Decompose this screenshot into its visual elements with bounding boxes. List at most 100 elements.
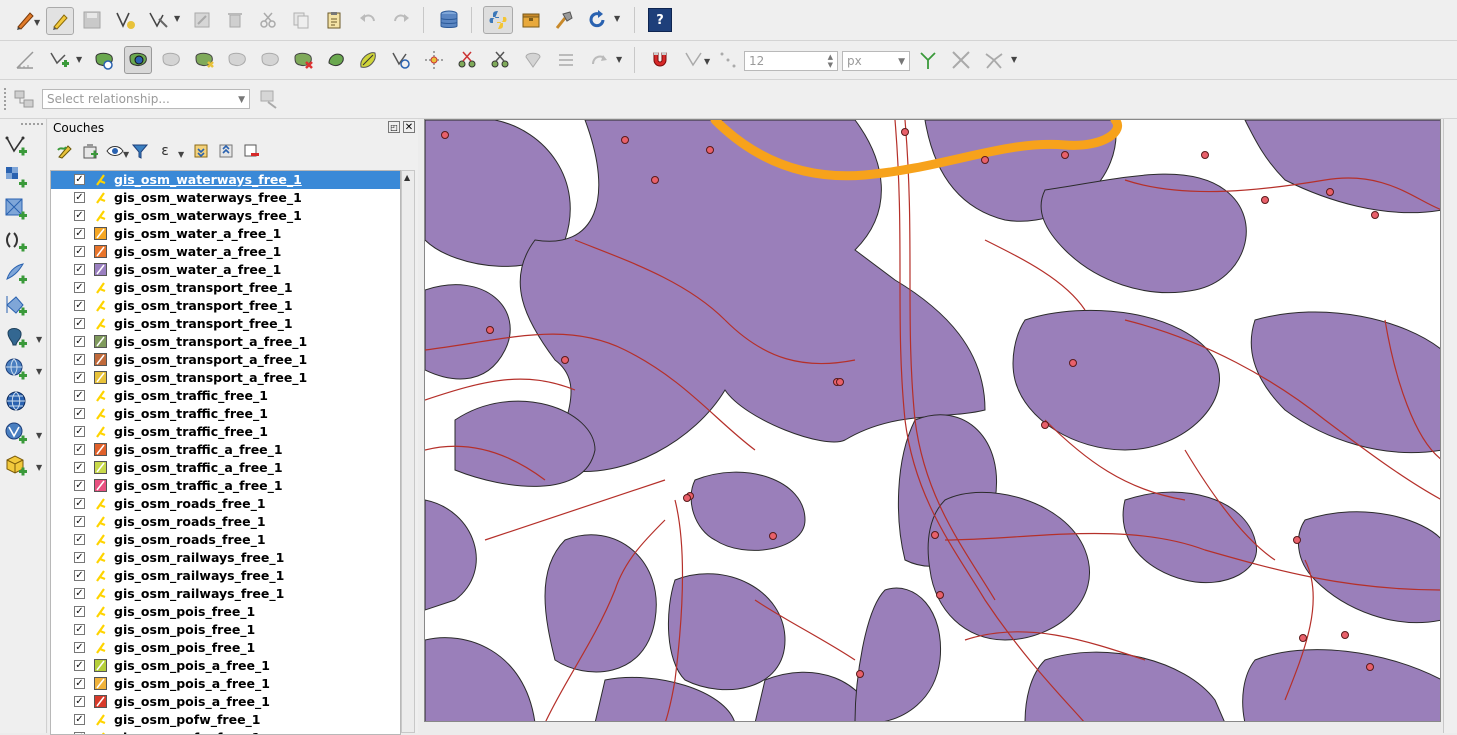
layer-visibility-checkbox[interactable]: ✓ [74, 192, 85, 203]
layer-row[interactable]: ✓ gis_osm_railways_free_1 [51, 567, 400, 585]
layer-visibility-checkbox[interactable]: ✓ [74, 246, 85, 257]
filter-legend-icon[interactable] [129, 140, 151, 162]
layer-row[interactable]: ✓ gis_osm_traffic_free_1 [51, 387, 400, 405]
layer-row[interactable]: ✓ gis_osm_railways_free_1 [51, 585, 400, 603]
layer-visibility-checkbox[interactable]: ✓ [74, 642, 85, 653]
filter-expression-dropdown-icon[interactable]: ▼ [178, 150, 184, 159]
topological-editing-icon[interactable] [916, 48, 940, 72]
add-feature-icon[interactable] [47, 48, 71, 72]
layer-row[interactable]: ✓ gis_osm_transport_free_1 [51, 315, 400, 333]
processing-history-icon[interactable] [552, 8, 576, 32]
filter-expression-icon[interactable]: ε [154, 140, 176, 162]
layer-row[interactable]: ✓ gis_osm_waterways_free_1 [51, 171, 400, 189]
add-postgis-icon[interactable] [4, 325, 28, 349]
spinbox-arrows-icon[interactable]: ▲ ▼ [828, 53, 833, 69]
add-record-icon[interactable] [113, 8, 137, 32]
layer-row[interactable]: ✓ gis_osm_water_a_free_1 [51, 243, 400, 261]
add-feature-dropdown-icon[interactable]: ▼ [76, 55, 82, 64]
add-wcs-layer-icon[interactable] [4, 389, 28, 413]
layer-row[interactable]: ✓ gis_osm_pois_free_1 [51, 621, 400, 639]
new-layer-dropdown-icon[interactable]: ▼ [36, 463, 42, 472]
refresh-dropdown-icon[interactable]: ▼ [614, 14, 620, 23]
rotate-point-symbols-icon[interactable] [587, 48, 611, 72]
snap-vertex-dropdown-icon[interactable]: ▼ [704, 57, 710, 66]
layer-tree[interactable]: ✓ gis_osm_waterways_free_1 ✓ gis_osm_waterw… [50, 170, 401, 735]
layer-visibility-checkbox[interactable]: ✓ [74, 210, 85, 221]
layer-visibility-checkbox[interactable]: ✓ [74, 462, 85, 473]
layer-row[interactable]: ✓ gis_osm_pois_a_free_1 [51, 657, 400, 675]
reshape-features-icon[interactable] [124, 46, 152, 74]
layer-row[interactable]: ✓ gis_osm_transport_free_1 [51, 279, 400, 297]
toolbar-handle[interactable] [3, 87, 7, 111]
layer-row[interactable]: ✓ gis_osm_transport_a_free_1 [51, 369, 400, 387]
copy-features-icon[interactable] [289, 8, 313, 32]
add-group-icon[interactable] [79, 140, 101, 162]
layer-visibility-checkbox[interactable]: ✓ [74, 714, 85, 725]
scroll-up-icon[interactable]: ▲ [404, 173, 410, 182]
vertex-tool-dropdown-icon[interactable]: ▼ [174, 14, 180, 23]
paste-features-icon[interactable] [322, 8, 346, 32]
snapping-tolerance-input[interactable]: 12 ▲ ▼ [744, 51, 838, 71]
delete-ring-icon[interactable] [225, 48, 249, 72]
avoid-intersections-icon[interactable] [949, 48, 973, 72]
layer-row[interactable]: ✓gis_osm_pofw_free_1 [51, 729, 400, 734]
split-features-icon[interactable] [455, 48, 479, 72]
add-spatialite-icon[interactable] [4, 261, 28, 285]
layer-visibility-checkbox[interactable]: ✓ [74, 498, 85, 509]
add-raster-layer-icon[interactable] [4, 165, 28, 189]
layer-row[interactable]: ✓ gis_osm_water_a_free_1 [51, 261, 400, 279]
layer-row[interactable]: ✓ gis_osm_transport_a_free_1 [51, 333, 400, 351]
offset-curve-icon[interactable] [324, 48, 348, 72]
modify-attributes-icon[interactable] [190, 8, 214, 32]
layer-visibility-checkbox[interactable]: ✓ [74, 264, 85, 275]
layer-visibility-checkbox[interactable]: ✓ [74, 300, 85, 311]
add-delimited-text-icon[interactable] [4, 229, 28, 253]
relationship-select[interactable]: Select relationship... ▼ [42, 89, 250, 109]
vertex-tool-icon[interactable] [146, 8, 170, 32]
postgis-dropdown-icon[interactable]: ▼ [36, 335, 42, 344]
layer-row[interactable]: ✓ gis_osm_transport_a_free_1 [51, 351, 400, 369]
layer-row[interactable]: ✓ gis_osm_pois_a_free_1 [51, 675, 400, 693]
wms-dropdown-icon[interactable]: ▼ [36, 367, 42, 376]
layer-visibility-checkbox[interactable]: ✓ [74, 480, 85, 491]
refresh-icon[interactable] [585, 8, 609, 32]
processing-toolbox-icon[interactable] [519, 8, 543, 32]
float-panel-icon[interactable]: ◰ [388, 121, 400, 133]
layer-visibility-checkbox[interactable]: ✓ [74, 570, 85, 581]
cut-features-icon[interactable] [256, 8, 280, 32]
rotate-point-dropdown-icon[interactable]: ▼ [616, 55, 622, 64]
help-icon[interactable]: ? [648, 8, 672, 32]
add-part-icon[interactable] [192, 48, 216, 72]
add-wfs-layer-icon[interactable] [4, 421, 28, 445]
toggle-editing-icon[interactable] [46, 7, 74, 35]
layer-visibility-checkbox[interactable]: ✓ [74, 354, 85, 365]
layer-visibility-checkbox[interactable]: ✓ [74, 426, 85, 437]
layer-visibility-checkbox[interactable]: ✓ [74, 588, 85, 599]
tracing-dropdown-icon[interactable]: ▼ [1011, 55, 1017, 64]
remove-layer-icon[interactable] [240, 140, 262, 162]
split-parts-icon[interactable] [488, 48, 512, 72]
layer-visibility-checkbox[interactable]: ✓ [74, 318, 85, 329]
database-icon[interactable] [437, 8, 461, 32]
add-vector-layer-icon[interactable] [4, 133, 28, 157]
relation-editor-icon[interactable] [12, 87, 36, 111]
layer-row[interactable]: ✓ gis_osm_waterways_free_1 [51, 207, 400, 225]
snap-vertex-icon[interactable] [682, 48, 706, 72]
layer-row[interactable]: ✓ gis_osm_water_a_free_1 [51, 225, 400, 243]
layer-row[interactable]: ✓ gis_osm_roads_free_1 [51, 531, 400, 549]
layer-visibility-checkbox[interactable]: ✓ [74, 336, 85, 347]
wfs-dropdown-icon[interactable]: ▼ [36, 431, 42, 440]
snap-segment-icon[interactable] [716, 48, 740, 72]
layer-visibility-checkbox[interactable]: ✓ [74, 678, 85, 689]
layer-row[interactable]: ✓ gis_osm_roads_free_1 [51, 513, 400, 531]
delete-part-red-icon[interactable] [291, 48, 315, 72]
layer-row[interactable]: ✓ gis_osm_traffic_a_free_1 [51, 441, 400, 459]
layer-row[interactable]: ✓ gis_osm_pois_free_1 [51, 639, 400, 657]
layer-visibility-checkbox[interactable]: ✓ [74, 408, 85, 419]
add-virtual-layer-icon[interactable] [4, 293, 28, 317]
layer-visibility-checkbox[interactable]: ✓ [74, 696, 85, 707]
rotate-feature-icon[interactable] [389, 48, 413, 72]
simplify-feature-icon[interactable] [356, 48, 380, 72]
delete-selected-icon[interactable] [223, 8, 247, 32]
new-geopackage-icon[interactable] [4, 453, 28, 477]
